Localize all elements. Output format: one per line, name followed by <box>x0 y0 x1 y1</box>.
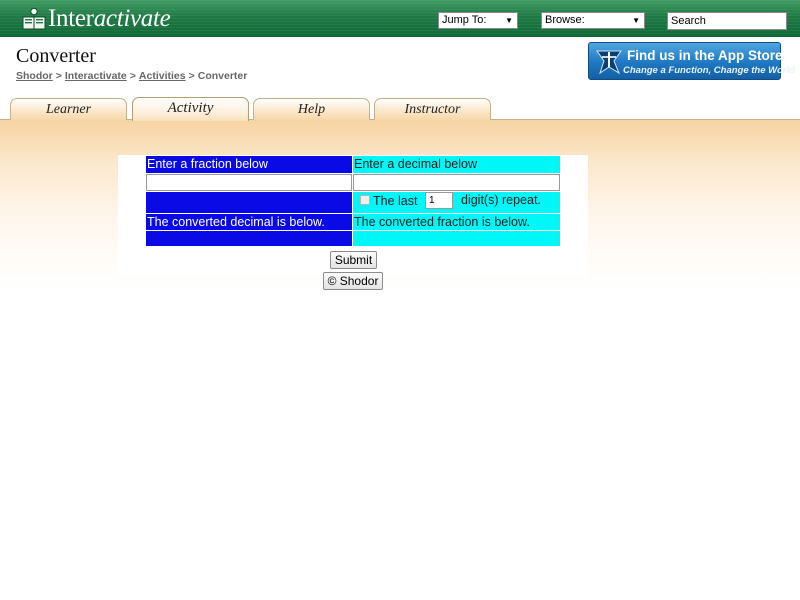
breadcrumb: Shodor > Interactivate > Activities > Converte… <box>16 70 247 82</box>
breadcrumb-separator: > <box>188 70 195 82</box>
app-store-logo-icon <box>596 50 622 75</box>
top-banner: Interactivate Jump To: ▼ Browse: ▼ Searc… <box>0 0 800 37</box>
repeat-label-after: digit(s) repeat. <box>461 193 541 207</box>
repeat-label-before: The last <box>373 194 418 208</box>
book-reader-icon <box>22 7 46 30</box>
tab-instructor[interactable]: Instructor <box>374 98 491 120</box>
breadcrumb-interactivate[interactable]: Interactivate <box>65 70 127 82</box>
browse-label: Browse: <box>545 14 585 26</box>
fraction-result-output <box>353 231 560 246</box>
shodor-copyright-button[interactable]: © Shodor <box>323 272 383 290</box>
app-store-tagline: Change a Function, Change the World <box>623 65 795 76</box>
decimal-input[interactable] <box>353 174 560 191</box>
interactivate-logo[interactable]: Interactivate <box>22 5 171 33</box>
logo-text: Interactivate <box>48 5 171 32</box>
submit-button[interactable]: Submit <box>330 251 377 269</box>
browse-dropdown[interactable]: Browse: ▼ <box>541 12 645 29</box>
tab-bar: Learner Activity Help Instructor <box>0 97 800 121</box>
breadcrumb-shodor[interactable]: Shodor <box>16 70 53 82</box>
breadcrumb-activities[interactable]: Activities <box>139 70 186 82</box>
breadcrumb-current: Converter <box>197 70 248 82</box>
fraction-options-area <box>146 192 352 213</box>
breadcrumb-separator: > <box>55 70 62 82</box>
jump-to-label: Jump To: <box>442 14 487 26</box>
jump-to-dropdown[interactable]: Jump To: ▼ <box>438 12 518 29</box>
fraction-prompt: Enter a fraction below <box>146 156 352 173</box>
fraction-input[interactable] <box>146 174 352 191</box>
dropdown-arrow-icon: ▼ <box>632 16 640 25</box>
decimal-prompt: Enter a decimal below <box>353 156 560 173</box>
repeat-checkbox[interactable] <box>360 195 370 205</box>
fraction-result-label: The converted fraction is below. <box>353 214 560 230</box>
tab-activity[interactable]: Activity <box>132 97 249 121</box>
tab-help[interactable]: Help <box>253 98 370 120</box>
repeat-digits-input[interactable]: 1 <box>425 192 453 209</box>
dropdown-arrow-icon: ▼ <box>505 16 513 25</box>
app-store-headline: Find us in the App Store. <box>627 48 787 63</box>
decimal-result-label: The converted decimal is below. <box>146 214 352 230</box>
tab-learner[interactable]: Learner <box>10 98 127 120</box>
decimal-result-output <box>146 231 352 246</box>
search-input[interactable]: Search <box>667 12 787 30</box>
app-store-banner[interactable]: Find us in the App Store. Change a Funct… <box>588 42 795 80</box>
breadcrumb-separator: > <box>129 70 136 82</box>
page-title: Converter <box>16 45 96 67</box>
